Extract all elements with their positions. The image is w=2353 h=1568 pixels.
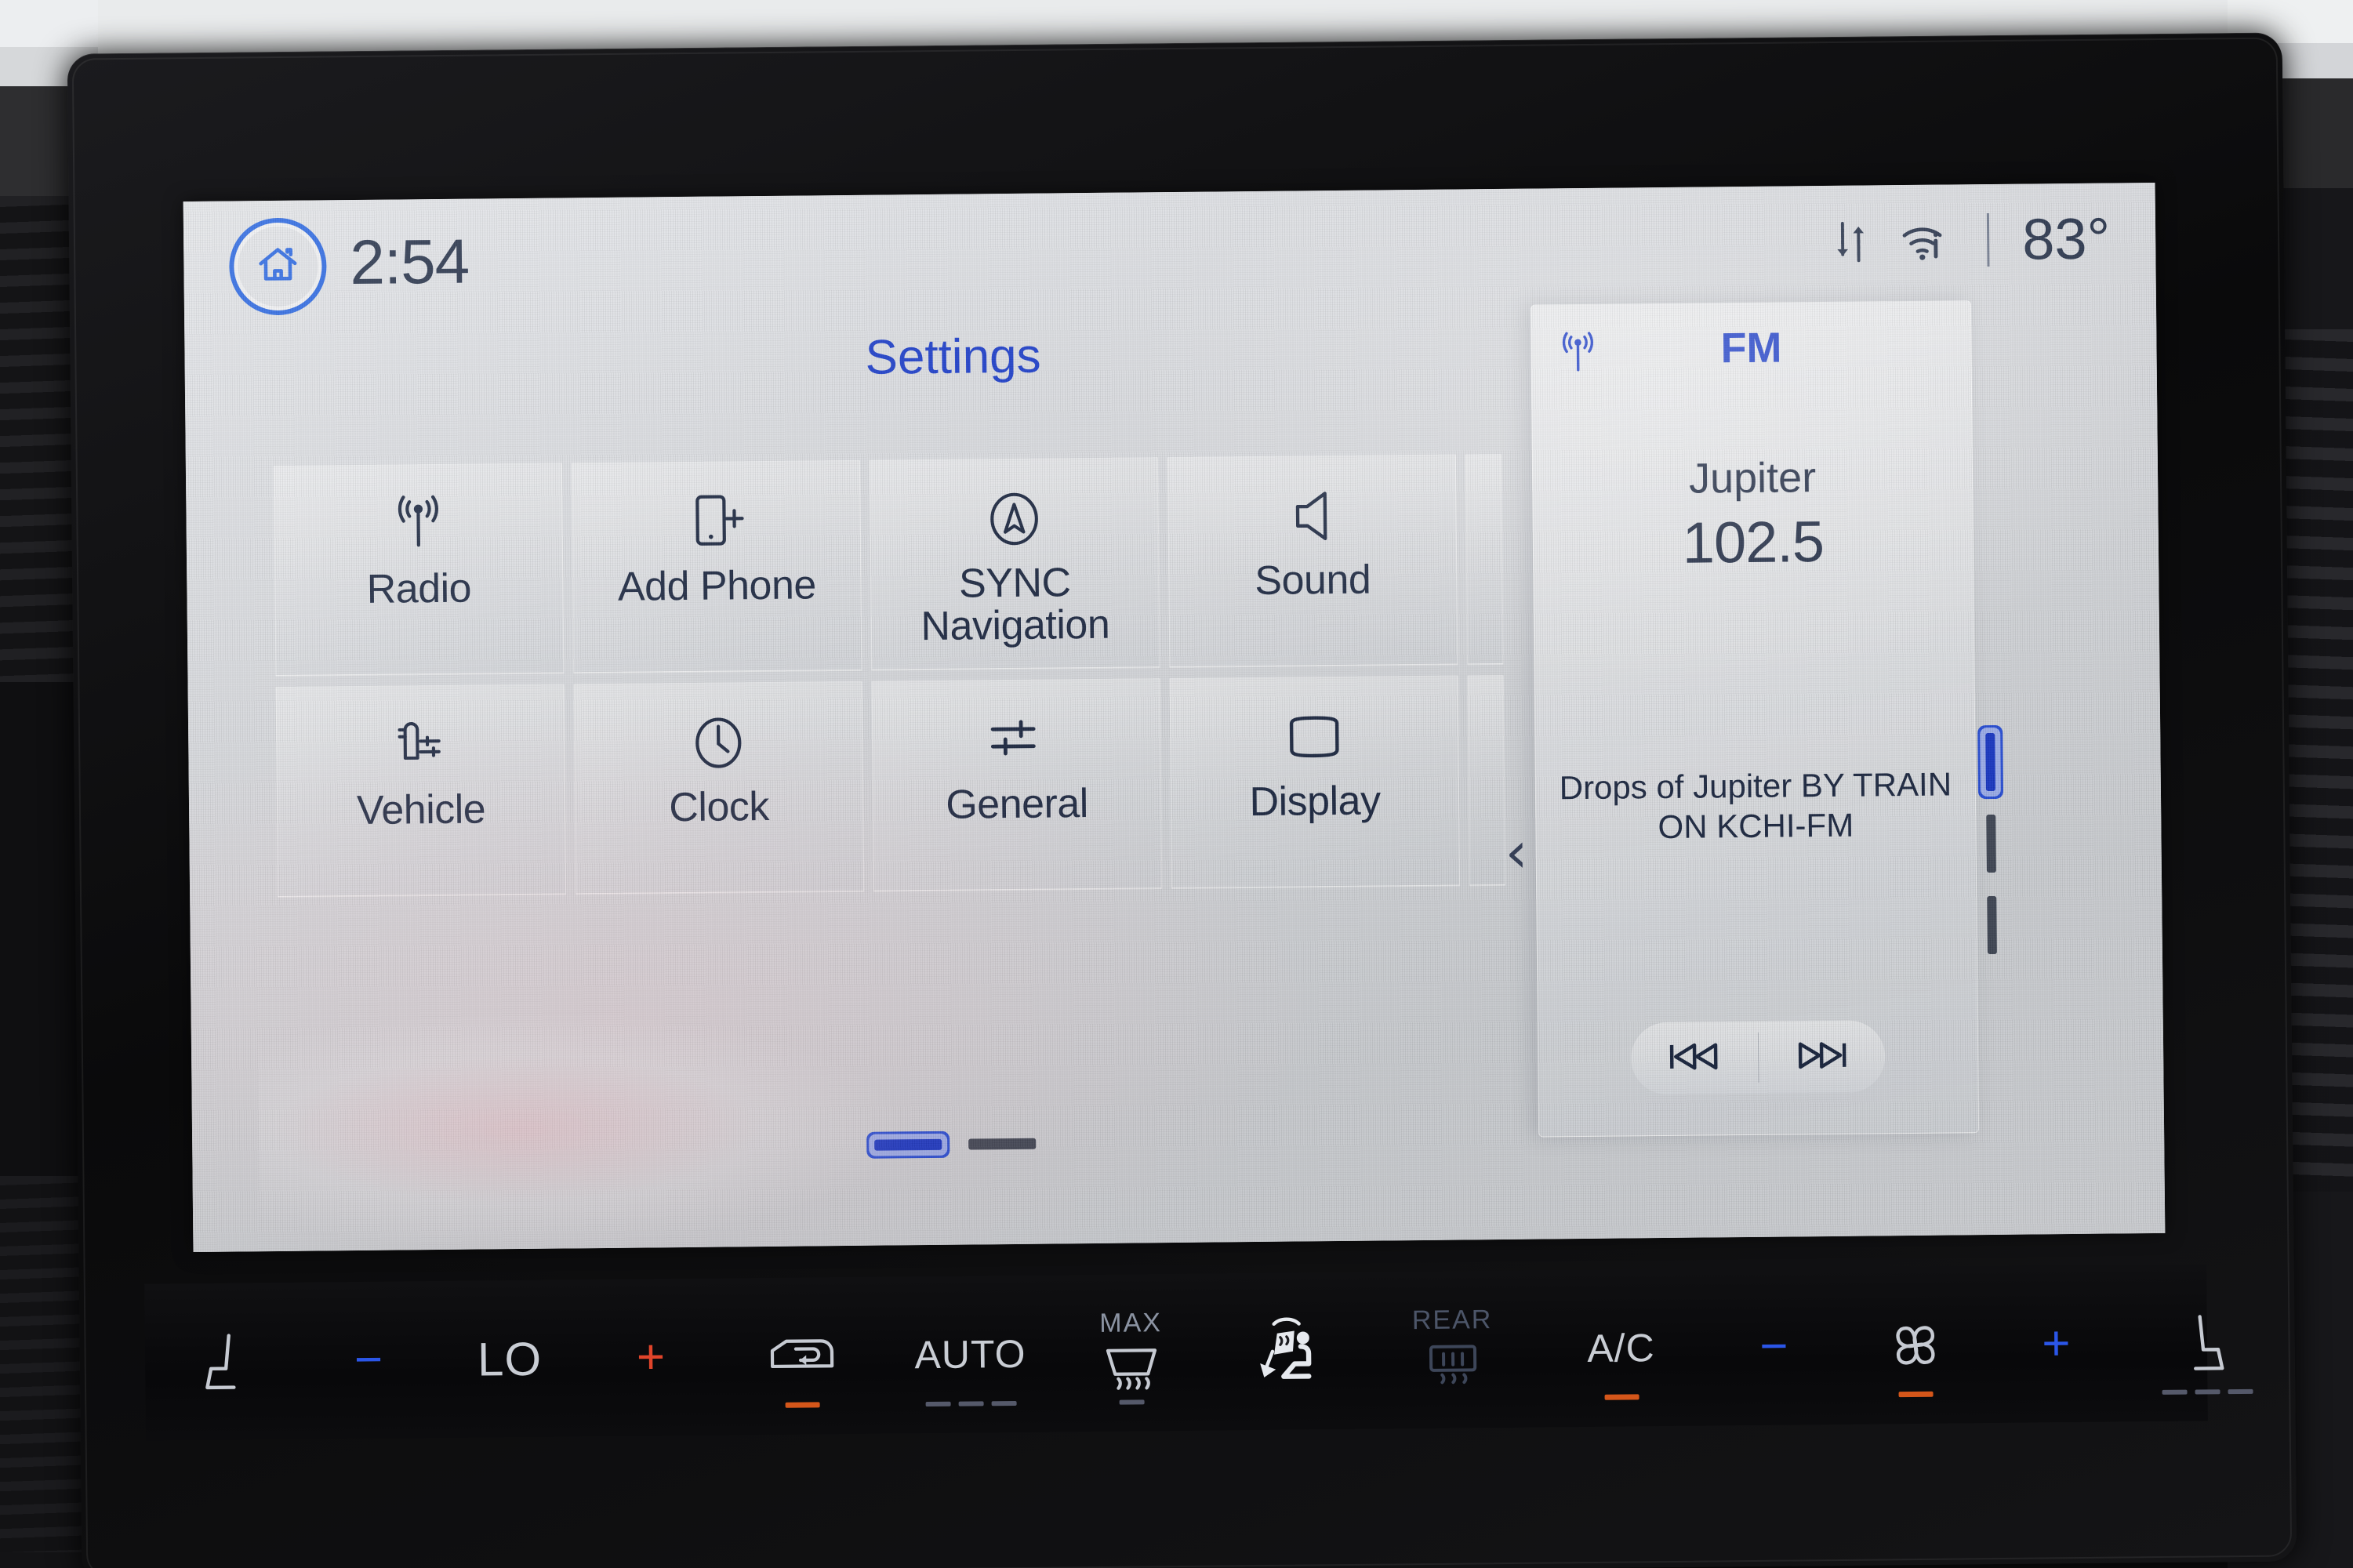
dashboard-photo: 2:54 83° Settings Radio Add Phone SYNC N… — [0, 0, 2353, 1568]
driver-temp-value[interactable]: LO — [434, 1279, 585, 1438]
recirculate-air-icon — [765, 1318, 838, 1394]
fan-button[interactable] — [1842, 1266, 1988, 1425]
navigation-compass-icon — [983, 486, 1045, 553]
vertical-page-3[interactable] — [1987, 895, 1997, 955]
display-screen-icon — [1281, 704, 1348, 771]
tile-label: Display — [1249, 778, 1381, 826]
outside-temperature: 83° — [2021, 205, 2111, 272]
tile-radio[interactable]: Radio — [273, 463, 565, 676]
now-playing-line2: ON KCHI-FM — [1658, 806, 1854, 846]
tile-label: General — [946, 781, 1089, 828]
ac-indicator — [1604, 1394, 1639, 1400]
clock-icon — [688, 710, 749, 776]
station-frequency: 102.5 — [1682, 509, 1825, 575]
page-dot-2[interactable] — [968, 1138, 1037, 1150]
radio-band-label: FM — [1720, 324, 1782, 372]
passenger-seat-button[interactable] — [2124, 1263, 2290, 1421]
tile-label: Add Phone — [617, 562, 817, 610]
passenger-seat-heat-icon — [2179, 1305, 2235, 1381]
minus-icon: − — [354, 1332, 383, 1388]
plus-icon: + — [636, 1330, 666, 1385]
climate-control-bar: − LO + AUTO MAX REAR A/C − + — [144, 1264, 2253, 1441]
vehicle-settings-icon — [390, 713, 452, 779]
rear-defrost-button[interactable]: REAR — [1367, 1271, 1538, 1429]
infotainment-screen: 2:54 83° Settings Radio Add Phone SYNC N… — [183, 182, 2166, 1253]
rear-label: REAR — [1411, 1304, 1493, 1335]
home-button[interactable] — [228, 217, 328, 316]
phone-plus-icon — [684, 488, 748, 555]
fan-increase[interactable]: + — [1987, 1265, 2126, 1423]
media-controls — [1630, 1020, 1886, 1095]
wifi-info-icon — [1901, 218, 1955, 263]
driver-seat-heat-icon — [196, 1323, 252, 1399]
next-track-button[interactable] — [1758, 1020, 1885, 1094]
tile-label: Clock — [669, 783, 770, 831]
data-transfer-icon — [1833, 216, 1868, 265]
minus-icon: − — [1759, 1319, 1788, 1374]
auto-label: AUTO — [914, 1331, 1026, 1377]
max-label: MAX — [1099, 1307, 1163, 1338]
now-playing-panel[interactable]: FM Jupiter 102.5 Drops of Jupiter BY TRA… — [1530, 300, 1980, 1138]
passenger-seat-indicator — [2162, 1388, 2253, 1395]
driver-temp-increase[interactable]: + — [583, 1279, 718, 1437]
tile-label: Radio — [366, 565, 472, 612]
tile-label: Vehicle — [356, 786, 486, 834]
tile-sync-navigation[interactable]: SYNC Navigation — [869, 457, 1160, 670]
recirculate-indicator — [785, 1402, 820, 1408]
status-indicators: 83° — [1833, 205, 2111, 274]
broadcast-tower-icon — [388, 492, 448, 558]
tile-label: SYNC Navigation — [921, 560, 1110, 649]
driver-seat-button[interactable] — [144, 1283, 303, 1441]
rear-defrost-icon — [1424, 1337, 1481, 1396]
driver-temp-decrease[interactable]: − — [301, 1281, 436, 1439]
next-track-icon — [1792, 1038, 1850, 1076]
auto-indicator — [925, 1400, 1017, 1407]
driver-temp-text: LO — [477, 1332, 543, 1386]
speaker-icon — [1284, 483, 1341, 550]
now-playing-line1: Drops of Jupiter BY TRAIN — [1559, 765, 1952, 807]
ac-button[interactable]: A/C — [1536, 1269, 1706, 1428]
tile-general[interactable]: General — [871, 678, 1163, 891]
home-icon — [255, 241, 301, 292]
vertical-page-2[interactable] — [1986, 814, 1996, 873]
tile-vehicle[interactable]: Vehicle — [275, 684, 567, 897]
tile-peek-row1[interactable] — [1465, 453, 1504, 665]
tile-clock[interactable]: Clock — [573, 681, 865, 895]
ac-label: A/C — [1587, 1326, 1655, 1370]
airflow-direction-icon — [1251, 1308, 1324, 1395]
auto-button[interactable]: AUTO — [885, 1275, 1055, 1433]
front-defrost-icon — [1100, 1340, 1162, 1399]
airflow-direction-button[interactable] — [1207, 1272, 1369, 1431]
page-indicator[interactable] — [874, 1138, 1037, 1151]
tile-add-phone[interactable]: Add Phone — [571, 459, 862, 673]
tile-label-line2: Navigation — [921, 601, 1110, 649]
fan-icon — [1882, 1308, 1948, 1384]
fan-indicator — [1898, 1391, 1934, 1398]
collapse-panel-chevron[interactable]: ‹ — [1505, 819, 1528, 885]
sliders-icon — [985, 707, 1048, 774]
previous-track-icon — [1665, 1040, 1723, 1077]
page-dot-1[interactable] — [874, 1138, 942, 1151]
recirculate-button[interactable] — [717, 1277, 887, 1436]
status-bar: 2:54 83° — [183, 183, 2156, 319]
vertical-page-1[interactable] — [1985, 732, 1995, 792]
previous-track-button[interactable] — [1631, 1022, 1758, 1095]
max-defrost-button[interactable]: MAX — [1054, 1274, 1208, 1432]
now-playing-text: Drops of Jupiter BY TRAIN ON KCHI-FM — [1544, 764, 1968, 848]
settings-row-1: Radio Add Phone SYNC Navigation Sound — [273, 452, 1741, 676]
status-divider — [1986, 212, 1990, 267]
plus-icon: + — [2042, 1316, 2071, 1371]
tile-display[interactable]: Display — [1169, 675, 1461, 889]
fan-decrease[interactable]: − — [1705, 1268, 1843, 1426]
tile-sound[interactable]: Sound — [1167, 454, 1458, 668]
tile-peek-row2[interactable] — [1467, 674, 1506, 886]
radio-header: FM — [1531, 301, 1971, 399]
max-defrost-indicator — [1119, 1399, 1145, 1405]
tile-label-line1: SYNC — [958, 560, 1071, 607]
clock-display: 2:54 — [349, 226, 470, 298]
tile-label: Sound — [1255, 557, 1371, 604]
station-name: Jupiter — [1688, 454, 1817, 503]
